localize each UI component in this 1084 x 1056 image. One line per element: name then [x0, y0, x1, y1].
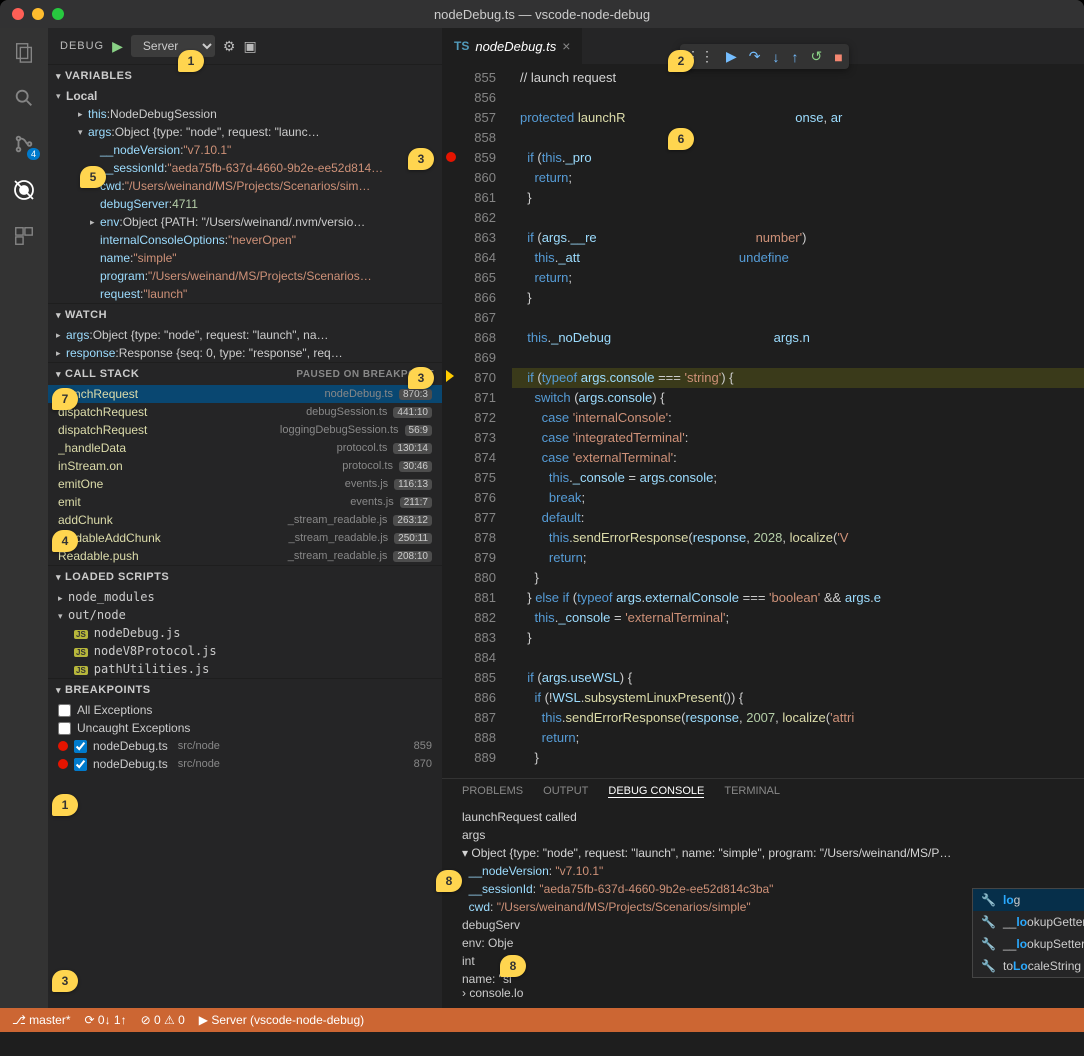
panel-tab[interactable]: PROBLEMS: [462, 785, 523, 798]
close-window[interactable]: [12, 8, 24, 20]
continue-button[interactable]: ▶: [726, 48, 737, 65]
suggest-item[interactable]: 🔧__lookupGetter__: [973, 911, 1084, 933]
maximize-window[interactable]: [52, 8, 64, 20]
script-item[interactable]: JSnodeDebug.js: [48, 624, 442, 642]
bp-checkbox[interactable]: [58, 722, 71, 735]
extensions-icon[interactable]: [10, 222, 38, 250]
suggest-item[interactable]: 🔧toLocaleString: [973, 955, 1084, 977]
close-icon[interactable]: ×: [562, 38, 570, 54]
tab-nodedebug[interactable]: TS nodeDebug.ts ×: [442, 28, 583, 64]
panel-tab[interactable]: DEBUG CONSOLE: [608, 785, 704, 798]
debug-toolbar[interactable]: ⋮⋮ ▶ ↷ ↓ ↑ ↺ ■: [680, 44, 849, 69]
debug-console-icon[interactable]: ▣: [243, 38, 256, 55]
stack-frame[interactable]: _handleDataprotocol.ts130:14: [48, 439, 442, 457]
panel-tab[interactable]: OUTPUT: [543, 785, 588, 798]
panel-tabs: PROBLEMS OUTPUT DEBUG CONSOLE TERMINAL: [442, 779, 1084, 804]
script-item[interactable]: ▾out/node: [48, 606, 442, 624]
restart-button[interactable]: ↺: [811, 48, 823, 65]
stack-frame[interactable]: Readable.push_stream_readable.js208:10: [48, 547, 442, 565]
breakpoints-header[interactable]: ▾BREAKPOINTS: [48, 679, 442, 701]
minimize-window[interactable]: [32, 8, 44, 20]
stack-frame[interactable]: launchRequestnodeDebug.ts870:3: [48, 385, 442, 403]
step-over-button[interactable]: ↷: [749, 48, 761, 65]
debug-title: DEBUG: [60, 40, 104, 52]
code-editor[interactable]: 8558568578588598608618628638648658668678…: [442, 64, 1084, 778]
watch-row[interactable]: ▸args: Object {type: "node", request: "l…: [48, 326, 442, 344]
var-row[interactable]: __sessionId: "aeda75fb-637d-4660-9b2e-ee…: [48, 159, 442, 177]
stack-frame[interactable]: emitevents.js211:7: [48, 493, 442, 511]
gear-icon[interactable]: ⚙: [223, 38, 236, 55]
scm-icon[interactable]: 4: [10, 130, 38, 158]
step-out-button[interactable]: ↑: [792, 49, 799, 65]
stack-frame[interactable]: emitOneevents.js116:13: [48, 475, 442, 493]
typescript-icon: TS: [454, 39, 469, 53]
stack-frame[interactable]: addChunk_stream_readable.js263:12: [48, 511, 442, 529]
var-row[interactable]: cwd: "/Users/weinand/MS/Projects/Scenari…: [48, 177, 442, 195]
var-row[interactable]: internalConsoleOptions: "neverOpen": [48, 231, 442, 249]
var-row[interactable]: name: "simple": [48, 249, 442, 267]
suggest-widget[interactable]: 🔧log🔧__lookupGetter__🔧__lookupSetter__🔧t…: [972, 888, 1084, 978]
debug-sidebar: DEBUG ▶ Server ⚙ ▣ ▾VARIABLES ▾Local▸thi…: [48, 28, 442, 1008]
panel-tab[interactable]: TERMINAL: [724, 785, 780, 798]
debug-status[interactable]: ▶ Server (vscode-node-debug): [199, 1013, 364, 1027]
var-row[interactable]: ▸env: Object {PATH: "/Users/weinand/.nvm…: [48, 213, 442, 231]
script-item[interactable]: JSnodeV8Protocol.js: [48, 642, 442, 660]
breakpoint-row[interactable]: All Exceptions: [48, 701, 442, 719]
debug-config-select[interactable]: Server: [131, 35, 215, 57]
explorer-icon[interactable]: [10, 38, 38, 66]
stack-frame[interactable]: dispatchRequestdebugSession.ts441:10: [48, 403, 442, 421]
debug-icon[interactable]: [10, 176, 38, 204]
statusbar: ⎇ master* ⟳ 0↓ 1↑ ⊘ 0 ⚠ 0 ▶ Server (vsco…: [0, 1008, 1084, 1032]
bp-checkbox[interactable]: [58, 704, 71, 717]
scripts-header[interactable]: ▾LOADED SCRIPTS: [48, 566, 442, 588]
suggest-item[interactable]: 🔧log: [973, 889, 1084, 911]
variables-header[interactable]: ▾VARIABLES: [48, 65, 442, 87]
scope-local[interactable]: ▾Local: [48, 87, 442, 105]
breakpoint-row[interactable]: nodeDebug.tssrc/node859: [48, 737, 442, 755]
script-item[interactable]: ▸node_modules: [48, 588, 442, 606]
window-title: nodeDebug.ts — vscode-node-debug: [434, 7, 650, 22]
git-branch[interactable]: ⎇ master*: [12, 1013, 71, 1027]
watch-header[interactable]: ▾WATCH: [48, 304, 442, 326]
stack-frame[interactable]: dispatchRequestloggingDebugSession.ts56:…: [48, 421, 442, 439]
breakpoint-row[interactable]: Uncaught Exceptions: [48, 719, 442, 737]
var-row[interactable]: program: "/Users/weinand/MS/Projects/Sce…: [48, 267, 442, 285]
bp-checkbox[interactable]: [74, 740, 87, 753]
watch-row[interactable]: ▸response: Response {seq: 0, type: "resp…: [48, 344, 442, 362]
var-row[interactable]: ▾args: Object {type: "node", request: "l…: [48, 123, 442, 141]
var-row[interactable]: ▸this: NodeDebugSession: [48, 105, 442, 123]
callstack-header[interactable]: ▾CALL STACKPAUSED ON BREAKPOINT: [48, 363, 442, 385]
var-row[interactable]: debugServer: 4711: [48, 195, 442, 213]
step-into-button[interactable]: ↓: [773, 49, 780, 65]
bp-checkbox[interactable]: [74, 758, 87, 771]
breakpoint-row[interactable]: nodeDebug.tssrc/node870: [48, 755, 442, 773]
debug-console[interactable]: launchRequest calledargs▾ Object {type: …: [442, 804, 1084, 1008]
stack-frame[interactable]: readableAddChunk_stream_readable.js250:1…: [48, 529, 442, 547]
suggest-item[interactable]: 🔧__lookupSetter__: [973, 933, 1084, 955]
var-row[interactable]: request: "launch": [48, 285, 442, 303]
sync-status[interactable]: ⟳ 0↓ 1↑: [85, 1013, 127, 1027]
scm-badge: 4: [27, 148, 40, 160]
start-debug-button[interactable]: ▶: [112, 38, 123, 55]
stop-button[interactable]: ■: [834, 49, 842, 65]
tab-label: nodeDebug.ts: [475, 39, 556, 54]
stack-frame[interactable]: inStream.onprotocol.ts30:46: [48, 457, 442, 475]
var-row[interactable]: __nodeVersion: "v7.10.1": [48, 141, 442, 159]
problems-status[interactable]: ⊘ 0 ⚠ 0: [141, 1013, 185, 1027]
search-icon[interactable]: [10, 84, 38, 112]
titlebar: nodeDebug.ts — vscode-node-debug: [0, 0, 1084, 28]
activitybar: 4: [0, 28, 48, 1008]
script-item[interactable]: JSpathUtilities.js: [48, 660, 442, 678]
